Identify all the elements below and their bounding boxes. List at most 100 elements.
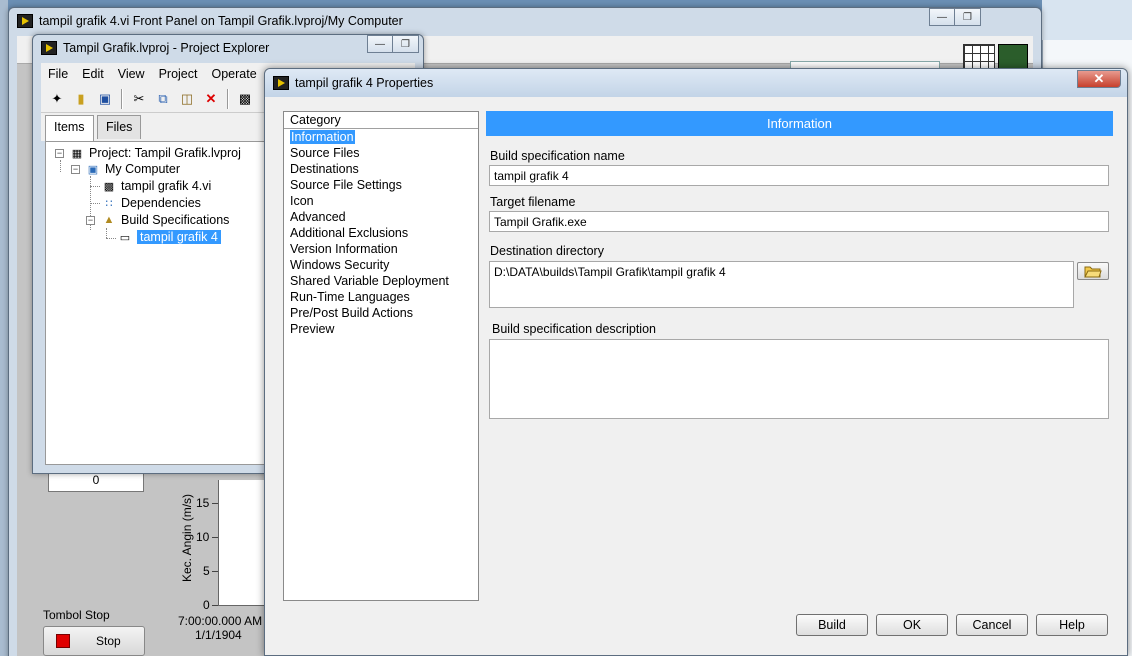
y-tick-mark [212,605,218,606]
menu-file[interactable]: File [41,67,75,81]
dialog-client: Category Information Source Files Destin… [265,97,1127,655]
menu-view[interactable]: View [111,67,152,81]
tree-line [106,238,116,239]
ok-button[interactable]: OK [876,614,948,636]
description-field[interactable] [489,339,1109,419]
restore-button[interactable]: ❐ [955,8,981,26]
close-icon[interactable]: ✕ [1077,70,1121,88]
category-header: Category [284,112,478,129]
dialog-titlebar[interactable]: tampil grafik 4 Properties [265,69,1127,97]
y-tick-10: 10 [196,530,210,544]
browse-folder-button[interactable] [1077,262,1109,280]
vi-icon[interactable] [998,44,1028,70]
category-destinations[interactable]: Destinations [284,161,478,177]
project-explorer-titlebar[interactable]: Tampil Grafik.lvproj - Project Explorer [33,35,423,61]
build-button[interactable]: Build [796,614,868,636]
category-pre-post-build-actions[interactable]: Pre/Post Build Actions [284,305,478,321]
toolbar-separator [227,88,229,109]
build-icon[interactable]: ▩ [235,89,255,109]
tree-item-build-specifications[interactable]: ▲ Build Specifications [102,212,230,228]
collapse-expander[interactable]: − [86,216,95,225]
project-file-icon: ▦ [71,147,83,160]
category-run-time-languages[interactable]: Run-Time Languages [284,289,478,305]
new-icon[interactable]: ✦ [47,89,67,109]
y-tick-5: 5 [203,564,210,578]
connector-pane-icon[interactable] [963,44,995,70]
tree-item-build-tampil-grafik-4[interactable]: ▭ tampil grafik 4 [118,229,221,245]
tree-item-vi-label: tampil grafik 4.vi [121,179,212,193]
graph-plot-area [218,480,268,606]
target-filename-label: Target filename [490,195,576,209]
folder-icon [1084,266,1102,277]
tree-item-project-label: Project: Tampil Grafik.lvproj [89,146,241,160]
tree-item-my-computer[interactable]: ▣ My Computer [86,161,180,177]
front-panel-titlebar[interactable]: tampil grafik 4.vi Front Panel on Tampil… [9,8,1041,34]
build-spec-name-field[interactable]: tampil grafik 4 [489,165,1109,186]
minimize-button[interactable]: — [929,8,955,26]
category-list: Category Information Source Files Destin… [283,111,479,601]
category-shared-variable-deployment[interactable]: Shared Variable Deployment [284,273,478,289]
delete-icon[interactable]: ✕ [201,89,221,109]
stop-button[interactable]: Stop [43,626,145,656]
copy-icon[interactable]: ⧉ [153,89,173,109]
tree-item-dependencies-label: Dependencies [121,196,201,210]
build-spec-icon: ▲ [103,214,115,226]
category-source-files[interactable]: Source Files [284,145,478,161]
computer-icon: ▣ [87,163,99,176]
restore-button[interactable]: ❐ [393,35,419,53]
tree-item-vi[interactable]: ▩ tampil grafik 4.vi [102,178,212,194]
y-tick-0: 0 [203,598,210,612]
category-preview[interactable]: Preview [284,321,478,337]
properties-dialog: tampil grafik 4 Properties ✕ Category In… [264,68,1128,656]
help-button[interactable]: Help [1036,614,1108,636]
dialog-title: tampil grafik 4 Properties [295,76,434,90]
labview-icon [273,76,289,90]
open-folder-icon[interactable]: ▮ [71,89,91,109]
menu-operate[interactable]: Operate [204,67,263,81]
destination-directory-label: Destination directory [490,244,604,258]
category-version-information[interactable]: Version Information [284,241,478,257]
build-spec-name-label: Build specification name [490,149,625,163]
minimize-button[interactable]: — [367,35,393,53]
stop-control-label: Tombol Stop [43,608,110,622]
project-icon [41,41,57,55]
target-filename-field[interactable]: Tampil Grafik.exe [489,211,1109,232]
tree-item-build-specs-label: Build Specifications [121,213,230,227]
tree-line [90,203,100,204]
tab-files[interactable]: Files [97,115,142,139]
tree-item-computer-label: My Computer [105,162,181,176]
collapse-expander[interactable]: − [55,149,64,158]
toolbar-separator [121,88,123,109]
tree-line [90,186,100,187]
description-label: Build specification description [492,322,656,336]
cut-icon[interactable]: ✂ [129,89,149,109]
category-source-file-settings[interactable]: Source File Settings [284,177,478,193]
graph-y-axis-title: Kec. Angin (m/s) [180,493,194,582]
save-all-icon[interactable]: ▣ [95,89,115,109]
category-advanced[interactable]: Advanced [284,209,478,225]
labview-icon [17,14,33,28]
stop-led-icon [56,634,70,648]
destination-directory-field[interactable]: D:\DATA\builds\Tampil Grafik\tampil graf… [489,261,1074,308]
menu-edit[interactable]: Edit [75,67,111,81]
category-windows-security[interactable]: Windows Security [284,257,478,273]
tree-line [60,160,61,172]
section-banner: Information [486,111,1113,136]
menu-project[interactable]: Project [152,67,205,81]
category-label: Information [290,130,355,144]
category-additional-exclusions[interactable]: Additional Exclusions [284,225,478,241]
tree-item-dependencies[interactable]: ∷ Dependencies [102,195,201,211]
graph-x-tick-date: 1/1/1904 [195,628,242,642]
paste-icon[interactable]: ◫ [177,89,197,109]
category-icon[interactable]: Icon [284,193,478,209]
category-information[interactable]: Information [284,129,478,145]
graph-x-tick-time: 7:00:00.000 AM [178,614,263,628]
tree-item-build-label: tampil grafik 4 [137,230,221,244]
tree-item-project[interactable]: ▦ Project: Tampil Grafik.lvproj [70,145,241,161]
tree-line [106,228,107,238]
tab-items[interactable]: Items [45,115,94,141]
collapse-expander[interactable]: − [71,165,80,174]
y-tick-mark [212,503,218,504]
project-explorer-title: Tampil Grafik.lvproj - Project Explorer [63,41,270,55]
cancel-button[interactable]: Cancel [956,614,1028,636]
